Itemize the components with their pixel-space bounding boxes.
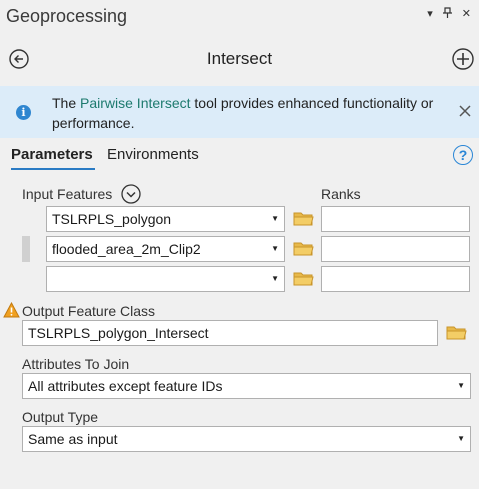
info-prefix: The [52,95,81,111]
dropdown-arrow-icon: ▼ [271,274,279,283]
folder-icon [293,212,314,226]
warning-icon [3,301,20,318]
tool-title: Intersect [206,49,273,68]
close-icon [459,105,471,117]
pane-menu-button[interactable]: ▾ [427,7,433,23]
active-tab-underline [11,168,95,170]
input-feature-select-2[interactable]: flooded_area_2m_Clip2 ▼ [46,236,285,262]
row-drag-handle[interactable] [22,236,30,262]
browse-input-2-button[interactable] [293,240,314,256]
pane-title: Geoprocessing [6,6,128,26]
dropdown-arrow-icon: ▼ [457,434,465,443]
rank-input-2[interactable] [321,236,470,262]
input-feature-value-2: flooded_area_2m_Clip2 [52,241,201,257]
ranks-label: Ranks [321,186,361,202]
rank-input-3[interactable] [321,266,470,292]
output-type-label: Output Type [22,409,99,425]
output-type-value: Same as input [28,431,118,447]
chevron-down-icon [121,184,141,204]
tab-parameters[interactable]: Parameters [11,146,93,163]
info-icon: i [16,105,31,120]
dropdown-arrow-icon: ▼ [271,244,279,253]
folder-icon [446,326,467,340]
browse-input-1-button[interactable] [293,210,314,226]
title-buttons: ▾ ✕ [427,7,471,23]
rank-input-1[interactable] [321,206,470,232]
folder-icon [293,272,314,286]
attributes-to-join-value: All attributes except feature IDs [28,378,223,394]
add-button[interactable] [452,48,474,70]
dropdown-arrow-icon: ▼ [271,214,279,223]
input-feature-value-1: TSLRPLS_polygon [52,211,172,227]
pairwise-intersect-link[interactable]: Pairwise Intersect [80,95,190,111]
dropdown-arrow-icon: ▼ [457,381,465,390]
pin-button[interactable] [442,7,453,23]
output-feature-class-label: Output Feature Class [22,303,156,319]
output-type-select[interactable]: Same as input ▼ [22,426,471,452]
browse-input-3-button[interactable] [293,270,314,286]
input-features-label: Input Features [22,186,113,202]
close-pane-button[interactable]: ✕ [462,7,471,23]
info-message: The Pairwise Intersect tool provides enh… [52,93,452,133]
input-feature-select-3[interactable]: ▼ [46,266,285,292]
help-icon[interactable]: ? [453,145,473,165]
pin-icon [442,7,452,18]
output-feature-class-input[interactable]: TSLRPLS_polygon_Intersect [22,320,438,346]
output-feature-class-value: TSLRPLS_polygon_Intersect [28,325,209,341]
tab-environments[interactable]: Environments [107,146,199,163]
attributes-to-join-select[interactable]: All attributes except feature IDs ▼ [22,373,471,399]
input-feature-select-1[interactable]: TSLRPLS_polygon ▼ [46,206,285,232]
browse-output-button[interactable] [446,324,467,340]
dismiss-info-button[interactable] [458,104,472,118]
folder-icon [293,242,314,256]
attributes-to-join-label: Attributes To Join [22,356,130,372]
input-features-expand-button[interactable] [121,184,141,204]
plus-icon [452,48,474,70]
